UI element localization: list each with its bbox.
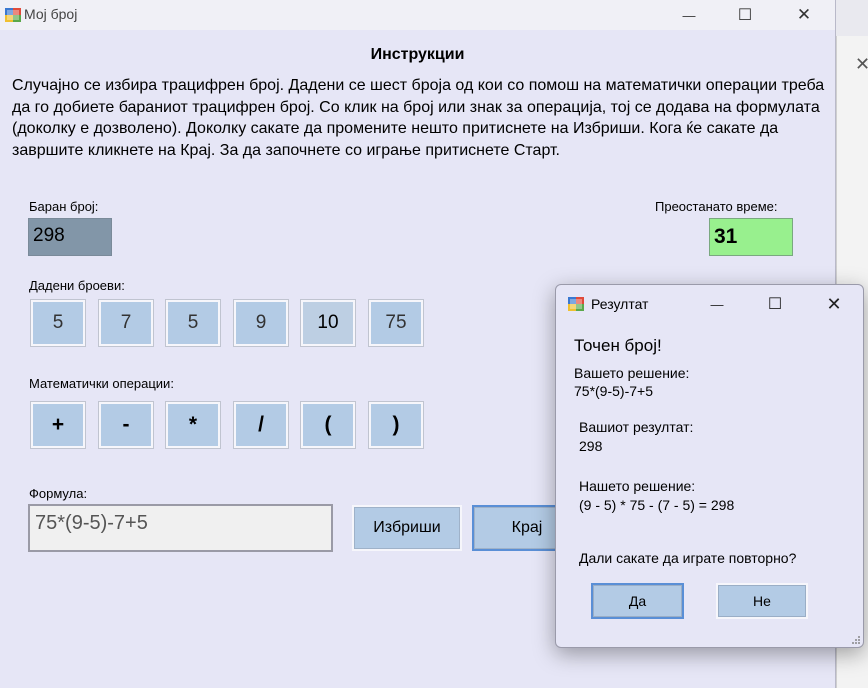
- multiply-button[interactable]: *: [165, 401, 221, 449]
- dialog-app-icon: [568, 297, 584, 311]
- target-number-field: 298: [28, 218, 112, 256]
- clear-button[interactable]: Избриши: [352, 505, 462, 551]
- dialog-title: Резултат: [591, 296, 649, 312]
- your-result-label: Вашиот резултат:: [579, 419, 694, 435]
- number-button-1[interactable]: 5: [30, 299, 86, 347]
- operations-label: Математички операции:: [29, 376, 174, 391]
- your-solution-label: Вашето решение:: [574, 365, 690, 381]
- number-button-6[interactable]: 75: [368, 299, 424, 347]
- dialog-titlebar: Резултат — ☐ ✕: [556, 285, 863, 321]
- app-icon: [5, 8, 21, 22]
- number-button-4[interactable]: 9: [233, 299, 289, 347]
- yes-button[interactable]: Да: [591, 583, 684, 619]
- background-close-icon[interactable]: ✕: [855, 54, 868, 75]
- maximize-icon[interactable]: ☐: [722, 2, 768, 28]
- dialog-close-icon[interactable]: ✕: [811, 289, 857, 319]
- divide-button[interactable]: /: [233, 401, 289, 449]
- our-solution-label: Нашето решение:: [579, 478, 696, 494]
- result-status: Точен број!: [574, 336, 662, 355]
- time-label: Преостанато време:: [655, 199, 778, 214]
- close-paren-button[interactable]: ): [368, 401, 424, 449]
- play-again-question: Дали сакате да играте повторно?: [579, 550, 797, 566]
- numbers-label: Дадени броеви:: [29, 278, 125, 293]
- dialog-minimize-icon[interactable]: —: [694, 289, 740, 319]
- instructions-text: Случајно се избира трацифрен број. Даден…: [12, 77, 825, 159]
- window-title: Мој број: [24, 6, 78, 22]
- number-button-2[interactable]: 7: [98, 299, 154, 347]
- your-solution-value: 75*(9-5)-7+5: [574, 383, 653, 399]
- formula-label: Формула:: [29, 486, 88, 501]
- time-remaining-field: 31: [709, 218, 793, 256]
- close-icon[interactable]: ✕: [781, 2, 827, 28]
- number-button-5[interactable]: 10: [300, 299, 356, 347]
- minimize-icon[interactable]: —: [666, 2, 712, 28]
- resize-grip-icon[interactable]: [851, 635, 861, 645]
- no-button[interactable]: Не: [716, 583, 808, 619]
- our-solution-value: (9 - 5) * 75 - (7 - 5) = 298: [579, 497, 735, 513]
- main-titlebar: Мој број — ☐ ✕: [0, 0, 835, 30]
- open-paren-button[interactable]: (: [300, 401, 356, 449]
- formula-field[interactable]: 75*(9-5)-7+5: [28, 504, 333, 552]
- target-label: Баран број:: [29, 199, 99, 214]
- number-button-3[interactable]: 5: [165, 299, 221, 347]
- minus-button[interactable]: -: [98, 401, 154, 449]
- instructions-heading: Инструкции: [370, 46, 465, 63]
- result-dialog: Резултат — ☐ ✕ Точен број! Вашето решени…: [555, 284, 864, 648]
- plus-button[interactable]: +: [30, 401, 86, 449]
- your-result-value: 298: [579, 438, 603, 454]
- dialog-maximize-icon[interactable]: ☐: [752, 289, 798, 319]
